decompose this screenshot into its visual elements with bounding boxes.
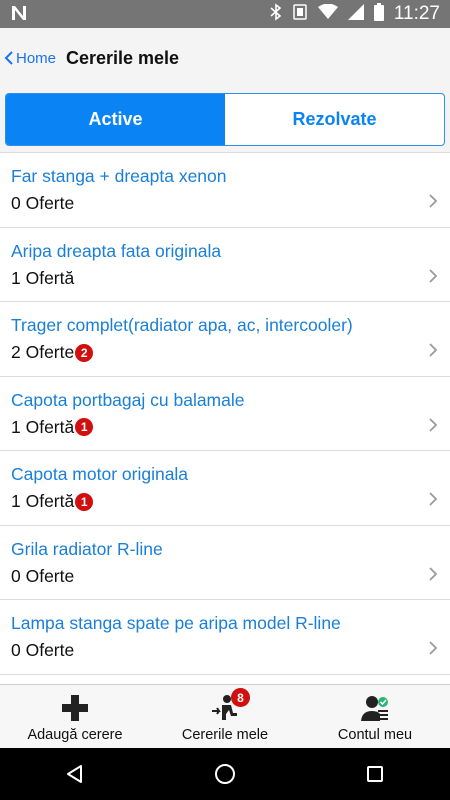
home-circle-icon <box>215 764 235 784</box>
chevron-right-icon <box>429 417 438 432</box>
nav-header: Home Cererile mele <box>0 28 450 88</box>
request-title: Far stanga + dreapta xenon <box>11 166 227 186</box>
offers-count: 0 Oferte <box>11 565 75 586</box>
tab-icon-wrap: 8 <box>210 688 250 725</box>
account-icon <box>361 696 388 721</box>
list-item[interactable]: Lampa stanga spate pe aripa model R-line… <box>0 600 450 675</box>
tab-label: Adaugă cerere <box>27 727 123 743</box>
n-logo-icon <box>10 4 28 27</box>
offers-count: 0 Oferte <box>11 193 75 213</box>
request-title: Lampa stanga spate pe aripa model R-line <box>11 613 341 633</box>
chevron-right-icon <box>429 268 438 283</box>
tab-my-account[interactable]: Contul meu <box>300 685 450 748</box>
list-item[interactable]: Grila radiator R-line 0 Oferte <box>0 526 450 600</box>
android-nav-bar <box>0 748 450 800</box>
page-title: Cererile mele <box>66 48 180 68</box>
chevron-right-icon <box>429 343 438 357</box>
tab-icon-wrap <box>360 691 390 725</box>
plus-icon <box>62 695 88 721</box>
request-offers: 0 Oferte <box>11 640 74 661</box>
request-title: Aripa dreapta fata originala <box>11 240 222 261</box>
tab-active[interactable]: Active <box>6 94 225 145</box>
status-bar: 11:27 <box>0 0 450 28</box>
nav-back-button[interactable] <box>45 754 105 794</box>
offers-count: 0 Oferte <box>11 640 75 660</box>
tab-add-request[interactable]: Adaugă cerere <box>0 685 150 748</box>
request-title: Capota portbagaj cu balamale <box>11 389 245 410</box>
offers-count: 2 Oferte <box>11 342 75 362</box>
status-icons: 11:27 <box>270 0 440 28</box>
tab-label: Cererile mele <box>181 727 269 743</box>
offers-count: 1 Ofertă <box>11 416 75 437</box>
status-time: 11:27 <box>393 3 440 24</box>
offers-count: 1 Ofertă <box>11 491 75 511</box>
unread-badge: 1 <box>75 492 94 511</box>
back-button[interactable]: Home <box>4 46 56 70</box>
requests-count-badge: 8 <box>231 688 250 707</box>
unread-badge: 2 <box>75 343 94 362</box>
offers-count: 1 Ofertă <box>11 267 75 288</box>
chevron-right-icon <box>429 194 438 208</box>
request-offers: 1 Ofertă 1 <box>11 491 94 512</box>
request-offers: 0 Oferte <box>11 193 74 214</box>
back-triangle-icon <box>67 765 82 783</box>
requests-list: Far stanga + dreapta xenon 0 Oferte Arip… <box>0 152 450 684</box>
list-item[interactable]: Aripa dreapta fata originala 1 Ofertă <box>0 228 450 302</box>
signal-icon <box>347 3 364 25</box>
nav-home-button[interactable] <box>195 754 255 794</box>
recents-square-icon <box>367 766 383 782</box>
mute-icon <box>292 3 308 25</box>
list-item[interactable]: Trager complet(radiator apa, ac, interco… <box>0 302 450 377</box>
list-item[interactable]: Far stanga + dreapta xenon 0 Oferte <box>0 153 450 228</box>
chevron-right-icon <box>429 641 438 655</box>
list-item[interactable]: Capota portbagaj cu balamale 1 Ofertă 1 <box>0 377 450 451</box>
unread-badge: 1 <box>75 418 94 436</box>
nav-recents-button[interactable] <box>345 754 405 794</box>
list-item[interactable]: Capota motor originala 1 Ofertă 1 <box>0 451 450 526</box>
chevron-right-icon <box>429 566 438 581</box>
battery-icon <box>373 2 384 26</box>
tab-icon-wrap <box>60 691 90 725</box>
chevron-left-icon <box>4 51 13 65</box>
request-offers: 2 Oferte 2 <box>11 342 94 363</box>
request-title: Grila radiator R-line <box>11 538 163 559</box>
tab-my-requests[interactable]: 8 Cererile mele <box>150 685 300 748</box>
request-offers: 1 Ofertă <box>11 268 74 289</box>
request-offers: 0 Oferte <box>11 566 74 587</box>
request-title: Capota motor originala <box>11 464 189 484</box>
segmented-control: Active Rezolvate <box>5 93 445 146</box>
wifi-icon <box>317 3 338 25</box>
request-offers: 1 Ofertă 1 <box>11 416 94 438</box>
bottom-tab-bar: Adaugă cerere 8 Cererile mele Contul meu <box>0 684 450 748</box>
request-title: Trager complet(radiator apa, ac, interco… <box>11 315 353 335</box>
tab-label: Contul meu <box>337 727 413 743</box>
bluetooth-icon <box>270 2 282 26</box>
tab-resolved[interactable]: Rezolvate <box>225 94 444 145</box>
chevron-right-icon <box>429 492 438 506</box>
back-label: Home <box>16 49 57 67</box>
